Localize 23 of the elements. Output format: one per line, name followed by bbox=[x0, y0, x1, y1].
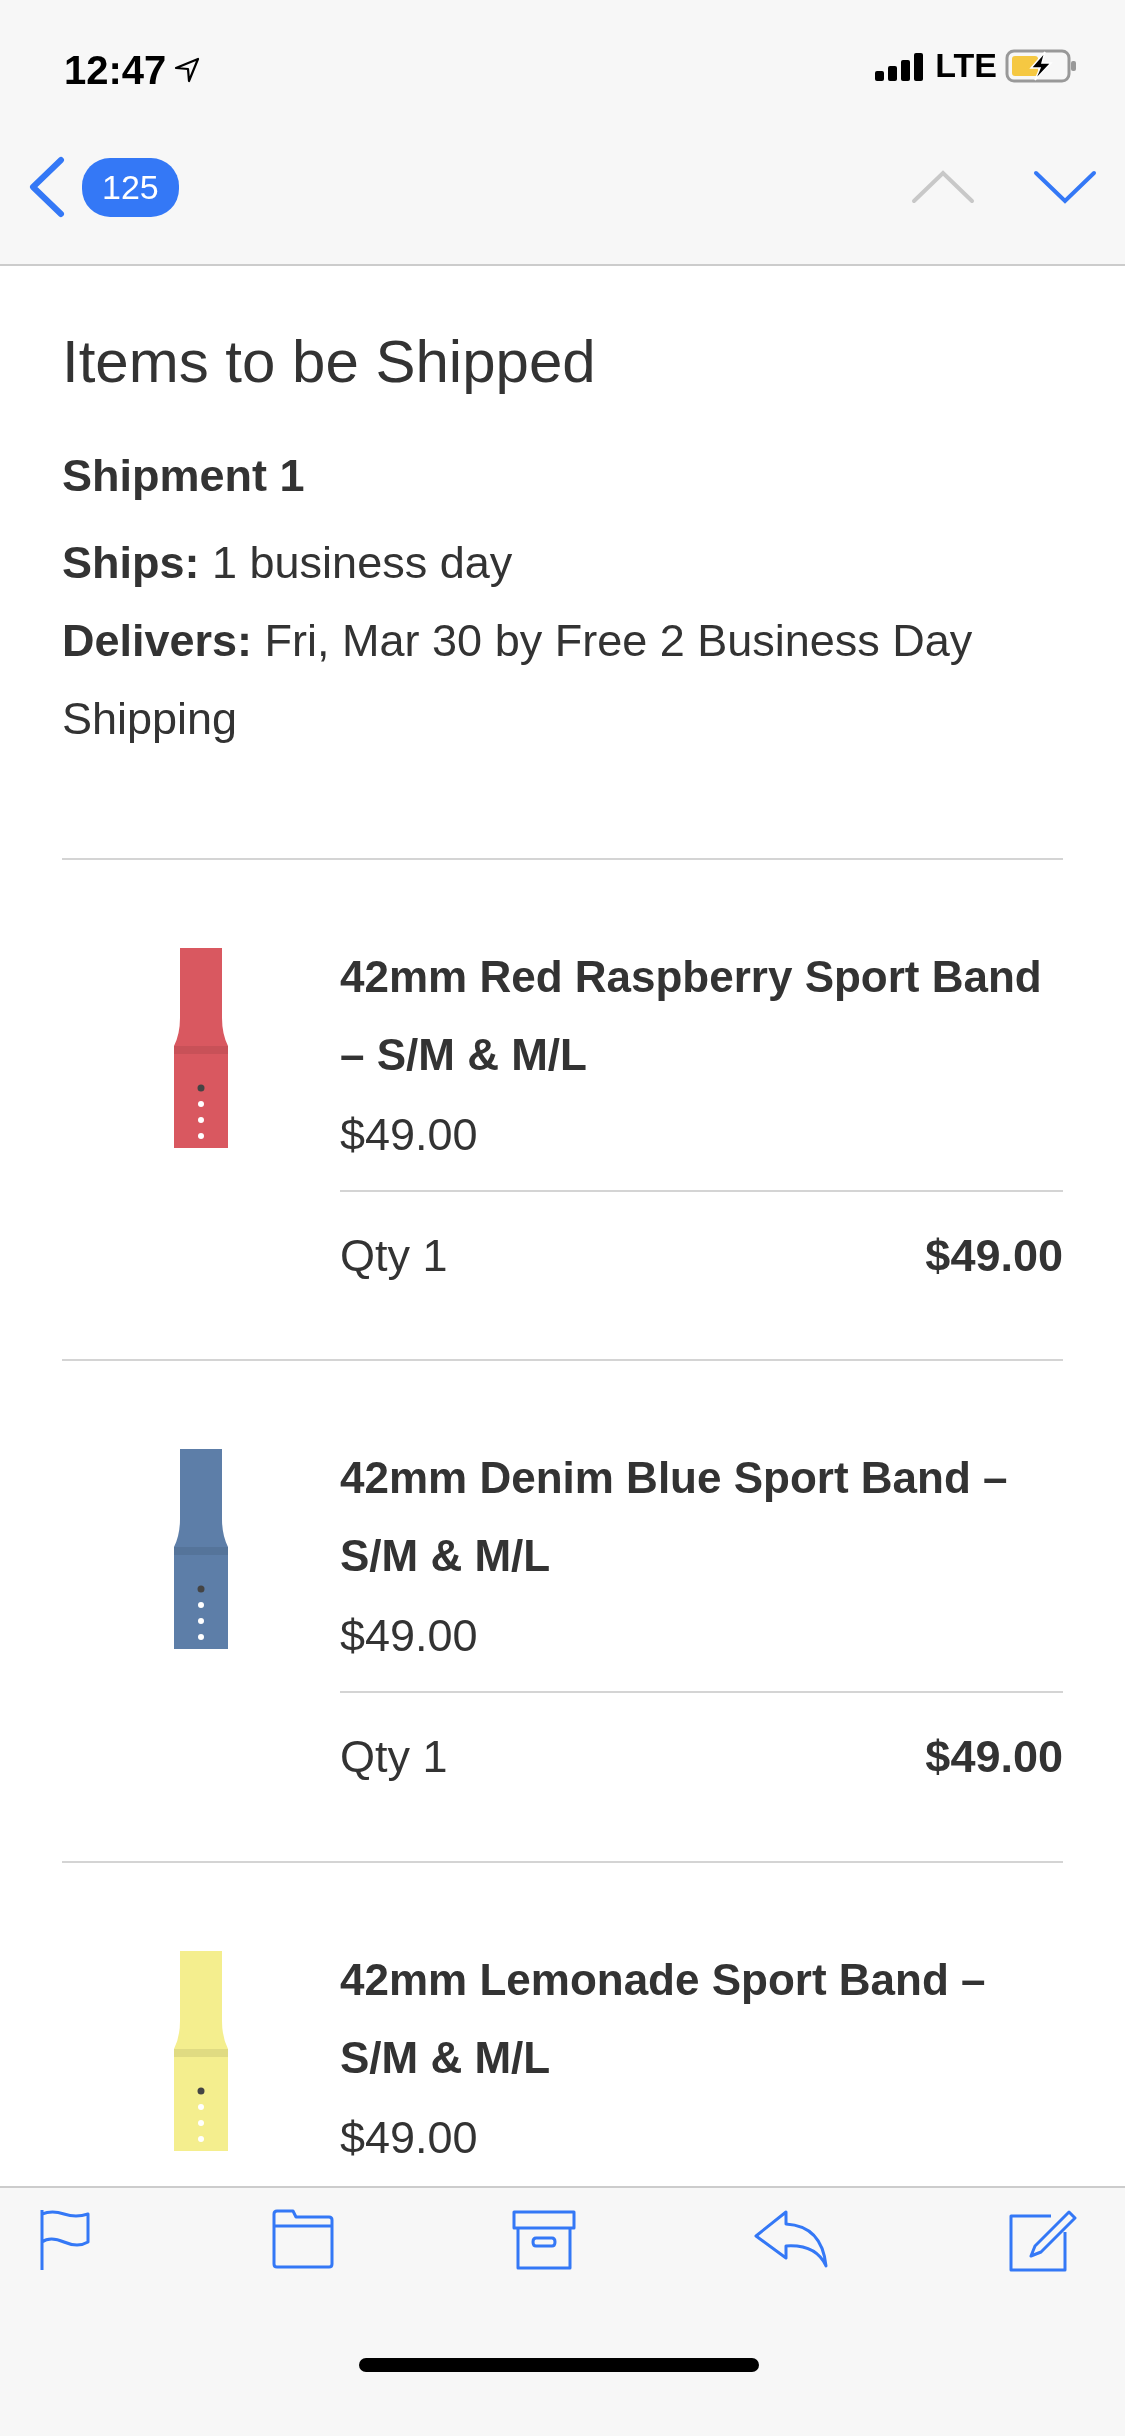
line-total: $49.00 bbox=[925, 1730, 1063, 1784]
back-button[interactable]: 125 bbox=[28, 156, 179, 218]
product-name: 42mm Denim Blue Sport Band – S/M & M/L bbox=[340, 1452, 1009, 1582]
shipment-detail: Ships: 1 business day bbox=[62, 535, 514, 590]
shipment-detail: Delivers: Fri, Mar 30 by Free 2 Business Day Shipping bbox=[62, 613, 974, 746]
section-heading: Items to be Shipped bbox=[62, 327, 597, 397]
compose-icon[interactable] bbox=[1007, 2208, 1079, 2274]
quantity: Qty 1 bbox=[340, 1228, 448, 1283]
quantity: Qty 1 bbox=[340, 1730, 448, 1784]
unread-count-badge: 125 bbox=[82, 157, 179, 217]
product-name: 42mm Red Raspberry Sport Band – S/M & M/L bbox=[340, 950, 1043, 1081]
battery-charging-icon bbox=[1005, 48, 1077, 83]
line-total: $49.00 bbox=[925, 1228, 1063, 1283]
next-message-button[interactable] bbox=[1033, 170, 1097, 204]
status-time: 12:47 bbox=[64, 47, 167, 94]
product-name: 42mm Lemonade Sport Band – S/M & M/L bbox=[340, 1953, 987, 2084]
unit-price: $49.00 bbox=[340, 1609, 479, 1663]
location-arrow-icon bbox=[174, 57, 201, 83]
back-chevron-icon bbox=[28, 156, 66, 218]
unit-price: $49.00 bbox=[340, 2110, 479, 2165]
network-type: LTE bbox=[935, 45, 997, 86]
unit-price: $49.00 bbox=[340, 1107, 479, 1162]
shipment-title: Shipment 1 bbox=[62, 449, 306, 503]
